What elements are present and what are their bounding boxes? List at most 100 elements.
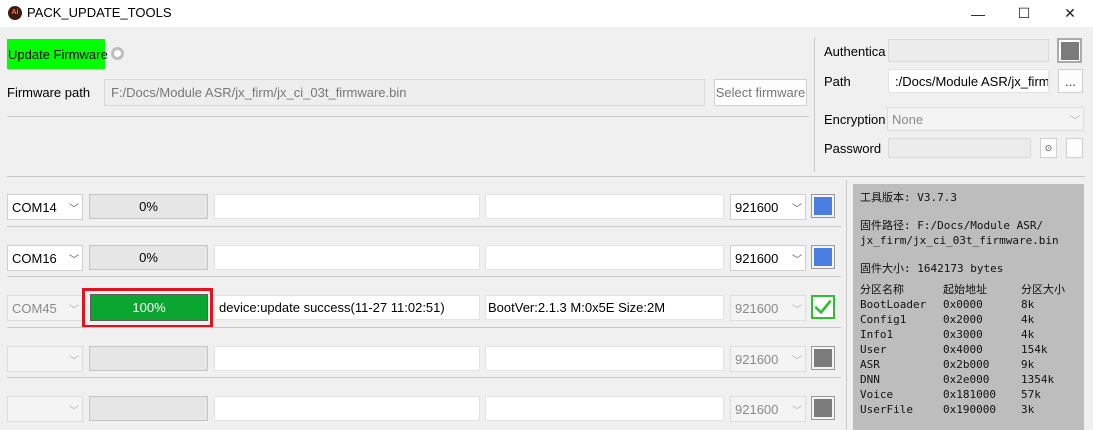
port-status-indicator — [811, 295, 835, 319]
password-label: Password — [824, 141, 882, 156]
port-status-indicator — [811, 194, 835, 218]
row-divider — [7, 377, 841, 378]
port-select[interactable]: ﹀ — [7, 396, 83, 422]
baud-value: 921600 — [735, 401, 779, 417]
baud-value: 921600 — [735, 300, 779, 316]
divider — [7, 176, 1085, 177]
baud-select[interactable]: 921600 ﹀ — [730, 346, 806, 372]
baud-select[interactable]: 921600 ﹀ — [730, 194, 806, 220]
progress-bar — [89, 346, 208, 371]
partition-size: 4k — [1021, 313, 1035, 326]
update-firmware-radio[interactable]: Update Firmware — [7, 39, 108, 69]
firmware-path-field[interactable]: F:/Docs/Module ASR/jx_firm/jx_ci_03t_fir… — [104, 79, 705, 106]
chevron-down-icon: ﹀ — [792, 405, 802, 417]
port-value: COM16 — [12, 250, 57, 266]
password-field[interactable] — [888, 138, 1031, 158]
partition-start: 0x3000 — [943, 328, 983, 341]
partition-table: 分区名称 起始地址 分区大小 BootLoader 0x0000 8k Config1… — [860, 282, 1065, 417]
partition-row: Config1 0x2000 4k — [860, 312, 1065, 327]
partition-size: 9k — [1021, 358, 1035, 371]
port-select[interactable]: COM16 ﹀ — [7, 245, 83, 271]
partition-start: 0x181000 — [943, 388, 996, 401]
progress-bar: 0% — [89, 245, 208, 270]
device-status-field — [214, 245, 480, 270]
browse-button[interactable]: ... — [1058, 69, 1083, 93]
device-status-field: device:update success(11-27 11:02:51) — [214, 295, 480, 320]
partition-row: BootLoader 0x0000 8k — [860, 297, 1065, 312]
device-status-field — [214, 346, 480, 371]
partition-name-header: 分区名称 — [860, 283, 904, 296]
close-button[interactable]: ✕ — [1047, 0, 1093, 27]
status-fill — [814, 248, 832, 266]
chevron-down-icon: ﹀ — [792, 355, 802, 367]
chevron-down-icon: ﹀ — [792, 203, 802, 215]
partition-size: 154k — [1021, 343, 1048, 356]
partition-start: 0x2000 — [943, 313, 983, 326]
auth-status-indicator — [1057, 38, 1082, 63]
select-firmware-button[interactable]: Select firmware — [714, 79, 807, 106]
chevron-down-icon: ﹀ — [69, 203, 79, 215]
partition-name: Voice — [860, 388, 894, 401]
chevron-down-icon: ﹀ — [792, 254, 802, 266]
log-scrollbar[interactable] — [1084, 184, 1093, 430]
update-firmware-radio-indicator[interactable] — [111, 47, 124, 60]
minimize-button[interactable]: — — [955, 0, 1001, 27]
partition-name: Info1 — [860, 328, 894, 341]
partition-start-header: 起始地址 — [943, 283, 987, 296]
status-fill — [814, 349, 832, 367]
show-password-icon[interactable]: ⊙ — [1040, 138, 1057, 158]
chevron-down-icon: ﹀ — [1070, 115, 1080, 127]
path-field[interactable]: :/Docs/Module ASR/jx_firm — [888, 69, 1049, 93]
update-firmware-label: Update Firmware — [8, 46, 108, 62]
partition-start: 0x2e000 — [943, 373, 990, 386]
port-status-indicator — [811, 346, 835, 370]
partition-row: ASR 0x2b000 9k — [860, 357, 1065, 372]
chevron-down-icon: ﹀ — [792, 304, 802, 316]
firmware-path-label: Firmware path — [7, 85, 91, 100]
partition-size: 57k — [1021, 388, 1041, 401]
partition-size: 8k — [1021, 298, 1035, 311]
port-select[interactable]: COM14 ﹀ — [7, 194, 83, 220]
partition-start: 0x190000 — [943, 403, 996, 416]
partition-size: 4k — [1021, 328, 1035, 341]
port-value: COM45 — [12, 300, 57, 316]
chevron-down-icon: ﹀ — [69, 304, 79, 316]
divider — [814, 37, 815, 172]
baud-value: 921600 — [735, 351, 779, 367]
progress-bar — [89, 396, 208, 421]
partition-name: User — [860, 343, 887, 356]
partition-row: Info1 0x3000 4k — [860, 327, 1065, 342]
divider — [846, 180, 847, 430]
progress-text: 0% — [139, 199, 158, 214]
partition-start: 0x4000 — [943, 343, 983, 356]
partition-size-header: 分区大小 — [1021, 283, 1065, 296]
partition-name: DNN — [860, 373, 880, 386]
chevron-down-icon: ﹀ — [69, 405, 79, 417]
chevron-down-icon: ﹀ — [69, 254, 79, 266]
row-divider — [7, 276, 841, 277]
encryption-select[interactable]: None ﹀ — [887, 107, 1084, 131]
password-extra-button[interactable] — [1066, 138, 1083, 158]
device-info-field — [485, 346, 724, 371]
auth-field[interactable] — [888, 39, 1049, 62]
baud-select[interactable]: 921600 ﹀ — [730, 396, 806, 422]
divider — [7, 116, 809, 117]
check-icon — [814, 300, 832, 314]
app-icon: Ai — [8, 6, 22, 20]
partition-row: User 0x4000 154k — [860, 342, 1065, 357]
progress-text: 0% — [139, 250, 158, 265]
row-divider — [7, 327, 841, 328]
maximize-button[interactable]: ☐ — [1001, 0, 1047, 27]
window-title: PACK_UPDATE_TOOLS — [27, 5, 172, 20]
firmware-size-line: 固件大小: 1642173 bytes — [860, 262, 1004, 275]
tool-version-line: 工具版本: V3.7.3 — [860, 191, 957, 204]
port-select[interactable]: ﹀ — [7, 346, 83, 372]
port-select[interactable]: COM45 ﹀ — [7, 295, 83, 321]
path-label: Path — [824, 74, 851, 89]
partition-start: 0x0000 — [943, 298, 983, 311]
baud-value: 921600 — [735, 250, 779, 266]
baud-select[interactable]: 921600 ﹀ — [730, 295, 806, 321]
status-fill — [814, 197, 832, 215]
row-divider — [7, 226, 841, 227]
baud-select[interactable]: 921600 ﹀ — [730, 245, 806, 271]
